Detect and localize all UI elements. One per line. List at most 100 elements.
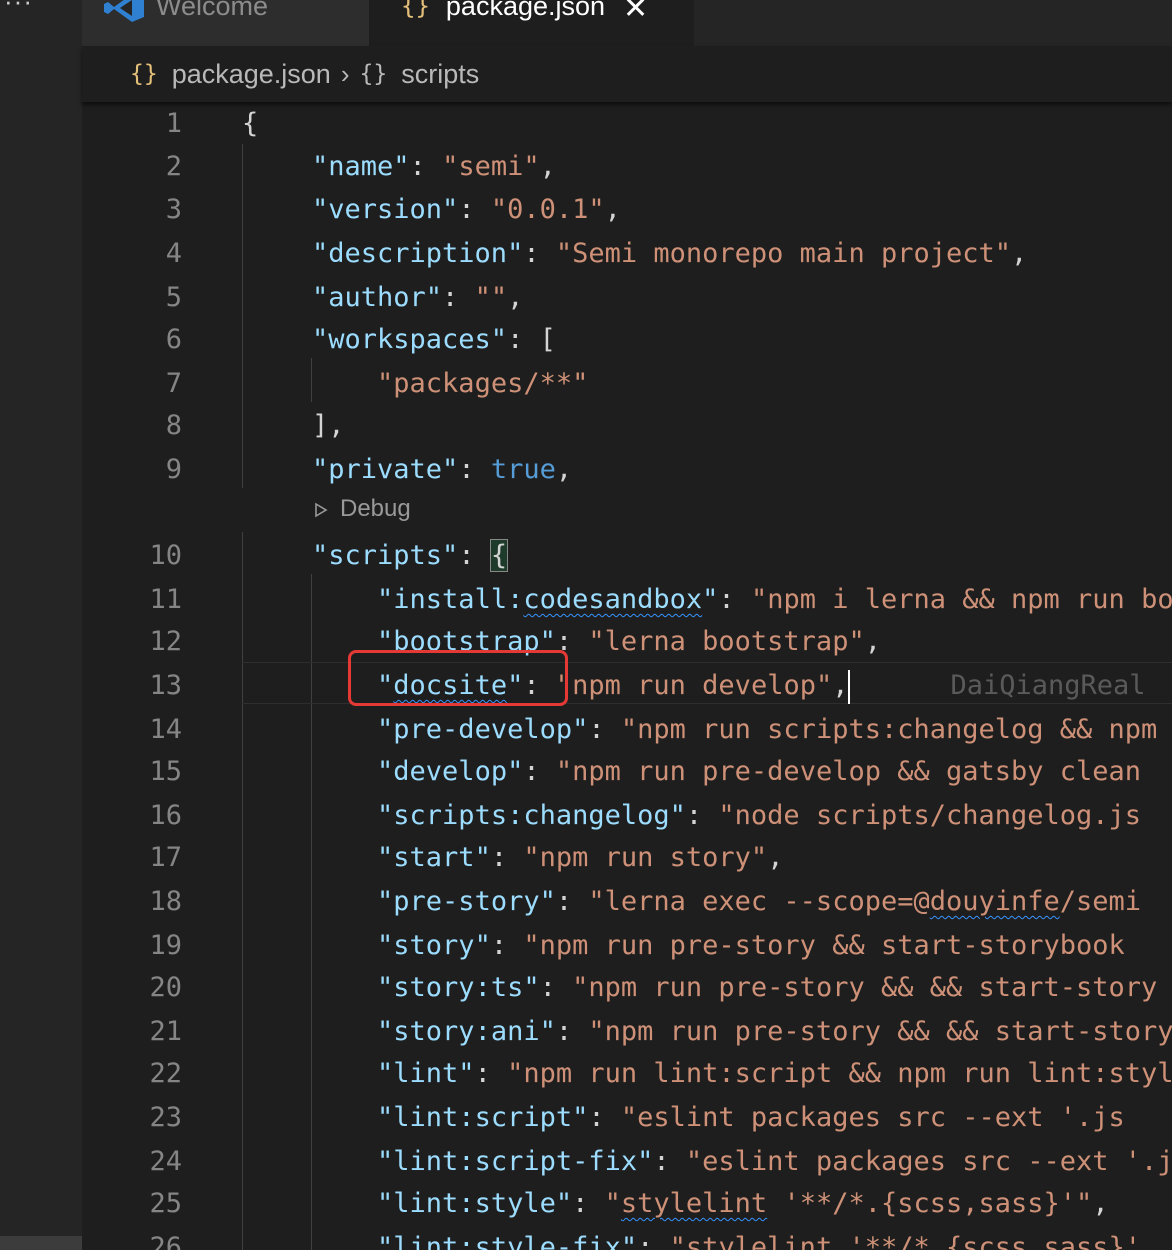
spell-warning-token: codesandbox [523, 584, 703, 615]
code-token: , [864, 626, 881, 657]
code-token: "npm run pre-story && && start-story [572, 972, 1158, 1003]
code-token: "node scripts/changelog.js [718, 800, 1142, 831]
line-code: "scripts": { [312, 534, 509, 578]
line-number: 13 [149, 670, 182, 701]
more-actions-icon[interactable]: ··· [4, 0, 33, 17]
code-line: 18 "pre-story": "lerna exec --scope=@dou… [82, 880, 1172, 924]
code-token: "story" [377, 930, 491, 961]
code-token: "packages/**" [377, 368, 589, 399]
line-number: 22 [149, 1058, 182, 1089]
code-line: 13 "docsite": "npm run develop", DaiQiang… [82, 664, 1172, 708]
code-line: 6 "workspaces": [ [82, 318, 1172, 362]
line-code: "lint:style": "stylelint '**/*.{scss,sas… [312, 1182, 1109, 1226]
code-token: "private" [312, 454, 459, 485]
code-line: 12 "bootstrap": "lerna bootstrap", [82, 620, 1172, 664]
line-number: 25 [149, 1188, 182, 1219]
code-line: 26 "lint:style-fix": "stylelint '**/*.{s… [82, 1226, 1172, 1250]
code-token: "lerna exec --scope=@ [588, 886, 930, 917]
line-number: 26 [149, 1232, 182, 1250]
code-token: "story:ani" [377, 1016, 556, 1047]
code-editor[interactable]: Debug 1{2 "name": "semi", 3 "version": "0.0… [82, 102, 1172, 1250]
code-token: "eslint packages src --ext '.js [620, 1102, 1125, 1133]
line-number: 18 [149, 886, 182, 917]
breadcrumb-symbol[interactable]: scripts [401, 59, 479, 90]
vscode-logo-icon [104, 0, 144, 22]
code-token: "npm i lerna && npm run bootstrap" [750, 584, 1172, 615]
code-line: 24 "lint:script-fix": "eslint packages s… [82, 1140, 1172, 1184]
code-token: "pre-story" [377, 886, 556, 917]
line-code: "install:codesandbox": "npm i lerna && n… [312, 578, 1172, 622]
code-token: : [555, 1016, 589, 1047]
code-line: 19 "story": "npm run pre-story && start-… [82, 924, 1172, 968]
tab-welcome[interactable]: Welcome [82, 0, 369, 46]
highlight-annotation-box [348, 650, 568, 706]
horizontal-scrollbar[interactable] [0, 1236, 82, 1250]
code-token: "author" [312, 282, 443, 313]
line-code: "workspaces": [ [312, 318, 556, 362]
code-token: "npm run pre-story && start-storybook [523, 930, 1125, 961]
code-token: , [604, 194, 621, 225]
code-token: , [507, 282, 524, 313]
code-line: 23 "lint:script": "eslint packages src -… [82, 1096, 1172, 1140]
line-code: "description": "Semi monorepo main proje… [312, 232, 1027, 276]
line-number: 12 [149, 626, 182, 657]
json-braces-icon: {} [401, 0, 430, 20]
code-token: "lint" [377, 1058, 475, 1089]
code-token: " [604, 1188, 621, 1219]
code-line: 10 "scripts": { [82, 534, 1172, 578]
line-code: "pre-develop": "npm run scripts:changelo… [312, 708, 1172, 752]
line-code: "story": "npm run pre-story && start-sto… [312, 924, 1125, 968]
breadcrumb: {} package.json › {} scripts [82, 46, 1172, 102]
spell-warning-token: douyinfe [929, 886, 1060, 917]
code-token: "lint:script" [377, 1102, 589, 1133]
line-number: 7 [165, 368, 182, 399]
line-code: "version": "0.0.1", [312, 188, 621, 232]
code-token: : [539, 972, 573, 1003]
line-number: 24 [149, 1146, 182, 1177]
code-line: 22 "lint": "npm run lint:script && npm r… [82, 1052, 1172, 1096]
line-code: "lint:script": "eslint packages src --ex… [312, 1096, 1125, 1140]
code-token: : [458, 454, 491, 485]
line-code: { [242, 102, 258, 146]
code-token: "version" [312, 194, 459, 225]
code-token: "stylelint '**/*.{scss,sass}' [669, 1232, 1142, 1250]
code-token: : [ [507, 324, 556, 355]
code-token: "lint:style" [377, 1188, 573, 1219]
code-token: "0.0.1" [490, 194, 605, 225]
code-line: 1{ [82, 102, 1172, 146]
line-number: 17 [149, 842, 182, 873]
line-number: 19 [149, 930, 182, 961]
code-token: : [555, 886, 589, 917]
line-code: "author": "", [312, 276, 523, 320]
code-token: "npm run pre-story && && start-story [588, 1016, 1172, 1047]
code-line: 15 "develop": "npm run pre-develop && ga… [82, 750, 1172, 794]
code-token: "workspaces" [312, 324, 508, 355]
code-line: 5 "author": "", [82, 276, 1172, 320]
code-line: 11 "install:codesandbox": "npm i lerna &… [82, 578, 1172, 622]
code-token: "name" [312, 151, 410, 182]
line-number: 11 [149, 584, 182, 615]
code-token: , [1011, 238, 1028, 269]
close-icon[interactable]: ✕ [623, 0, 648, 26]
line-code: "start": "npm run story", [312, 836, 783, 880]
breadcrumb-file[interactable]: package.json [172, 59, 331, 90]
code-token: , [767, 842, 784, 873]
tab-label: Welcome [156, 0, 269, 21]
code-token: "npm run lint:script && npm run lint:sty… [507, 1058, 1172, 1089]
code-token: "npm run scripts:changelog && npm run [620, 714, 1172, 745]
code-token: , [539, 151, 556, 182]
code-line: 25 "lint:style": "stylelint '**/*.{scss,… [82, 1182, 1172, 1226]
code-token: , [832, 670, 849, 701]
debug-codelens[interactable]: Debug [314, 492, 411, 526]
code-token: "lint:style-fix" [377, 1232, 638, 1250]
spell-warning-token: stylelint [620, 1188, 768, 1219]
tab-package-json[interactable]: {} package.json ✕ [369, 0, 694, 46]
line-code: "develop": "npm run pre-develop && gatsb… [312, 750, 1141, 794]
code-token: ], [312, 410, 345, 441]
